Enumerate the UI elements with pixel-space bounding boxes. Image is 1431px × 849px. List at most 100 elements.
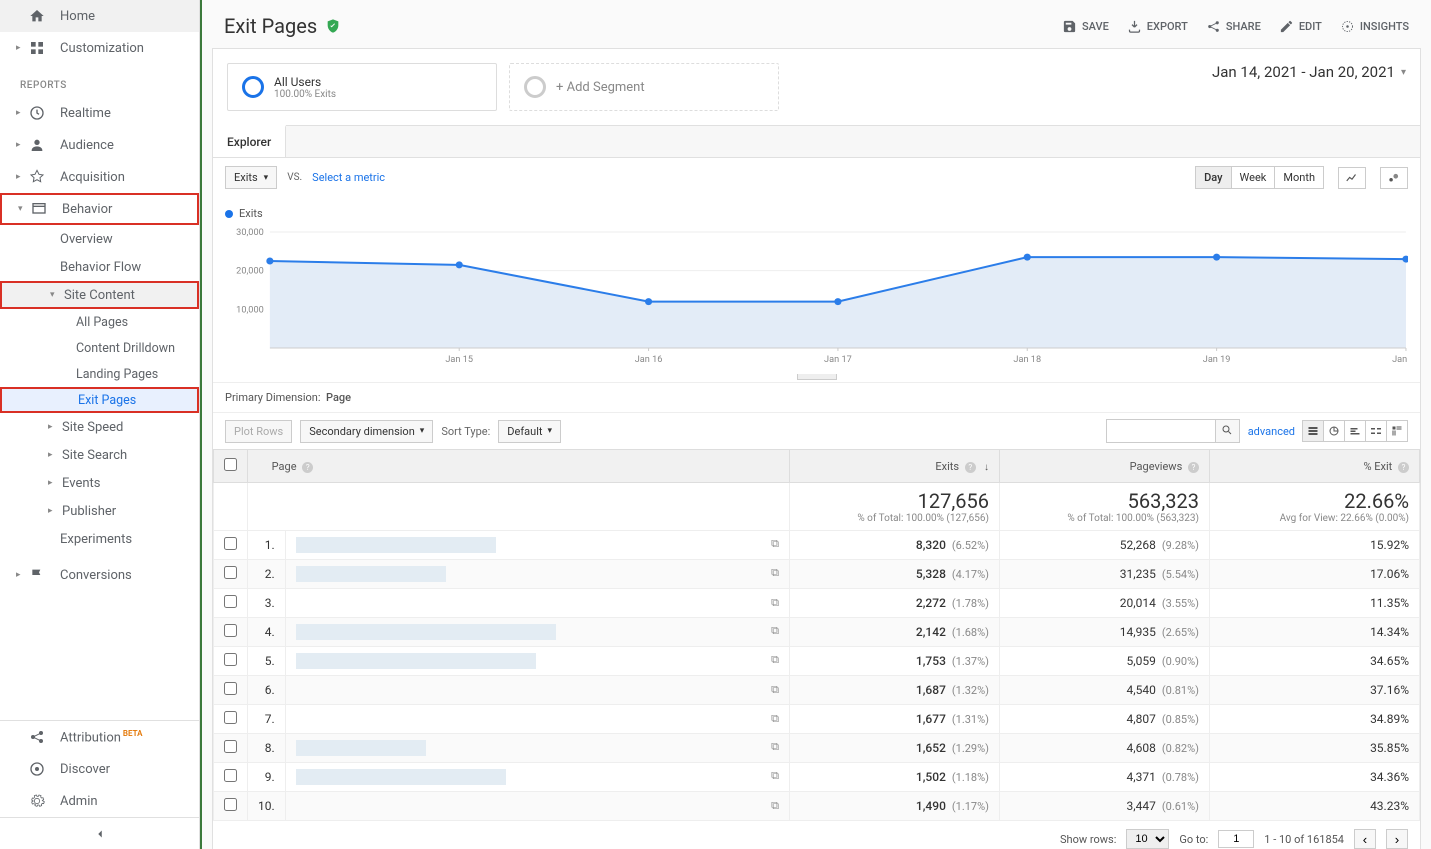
col-page[interactable]: Page ? — [248, 450, 790, 483]
date-range-picker[interactable]: Jan 14, 2021 - Jan 20, 2021 ▾ — [1212, 63, 1406, 81]
row-checkbox[interactable] — [224, 769, 237, 782]
row-page[interactable]: ⧉ — [285, 647, 789, 676]
tab-explorer[interactable]: Explorer — [213, 125, 286, 157]
sort-type-dropdown[interactable]: Default▾ — [498, 420, 561, 443]
nav-publisher[interactable]: ▸Publisher — [0, 497, 199, 525]
save-button[interactable]: SAVE — [1062, 19, 1109, 34]
open-link-icon[interactable]: ⧉ — [771, 566, 779, 580]
open-link-icon[interactable]: ⧉ — [771, 624, 779, 638]
nav-realtime[interactable]: ▸ Realtime — [0, 97, 199, 129]
nav-conversions[interactable]: ▸ Conversions — [0, 559, 199, 591]
nav-admin[interactable]: Admin — [0, 785, 199, 817]
table-row[interactable]: 5.⧉1,753(1.37%)5,059(0.90%)34.65% — [214, 647, 1420, 676]
nav-site-search[interactable]: ▸Site Search — [0, 441, 199, 469]
nav-behavior-flow[interactable]: Behavior Flow — [0, 253, 199, 281]
timegrain-week[interactable]: Week — [1231, 166, 1276, 189]
row-checkbox[interactable] — [224, 740, 237, 753]
collapse-sidebar-button[interactable] — [0, 817, 199, 849]
open-link-icon[interactable]: ⧉ — [771, 740, 779, 754]
nav-landing-pages[interactable]: Landing Pages — [0, 361, 199, 387]
chart-type-line-button[interactable] — [1338, 167, 1366, 189]
insights-button[interactable]: INSIGHTS — [1340, 19, 1409, 34]
row-checkbox[interactable] — [224, 798, 237, 811]
view-table-icon[interactable] — [1302, 420, 1324, 442]
table-row[interactable]: 8.⧉1,652(1.29%)4,608(0.82%)35.85% — [214, 734, 1420, 763]
row-page[interactable]: ⧉ — [285, 531, 789, 560]
nav-events[interactable]: ▸Events — [0, 469, 199, 497]
nav-behavior[interactable]: ▾ Behavior — [0, 193, 199, 225]
goto-input[interactable] — [1218, 830, 1254, 848]
row-page[interactable]: ⧉ — [285, 734, 789, 763]
row-page[interactable]: ⧉ — [285, 792, 789, 821]
table-row[interactable]: 7.⧉1,677(1.31%)4,807(0.85%)34.89% — [214, 705, 1420, 734]
open-link-icon[interactable]: ⧉ — [771, 596, 779, 610]
table-row[interactable]: 9.⧉1,502(1.18%)4,371(0.78%)34.36% — [214, 763, 1420, 792]
view-pie-icon[interactable] — [1323, 420, 1345, 442]
row-checkbox[interactable] — [224, 595, 237, 608]
table-row[interactable]: 1.⧉8,320(6.52%)52,268(9.28%)15.92% — [214, 531, 1420, 560]
row-checkbox[interactable] — [224, 624, 237, 637]
table-row[interactable]: 10.⧉1,490(1.17%)3,447(0.61%)43.23% — [214, 792, 1420, 821]
nav-home[interactable]: Home — [0, 0, 199, 32]
open-link-icon[interactable]: ⧉ — [771, 653, 779, 667]
primary-dimension-value[interactable]: Page — [326, 391, 351, 404]
prev-page-button[interactable]: ‹ — [1354, 829, 1376, 849]
open-link-icon[interactable]: ⧉ — [771, 537, 779, 551]
row-checkbox[interactable] — [224, 682, 237, 695]
view-comparison-icon[interactable] — [1365, 420, 1387, 442]
select-all-checkbox[interactable] — [224, 458, 237, 471]
table-row[interactable]: 6.⧉1,687(1.32%)4,540(0.81%)37.16% — [214, 676, 1420, 705]
table-row[interactable]: 2.⧉5,328(4.17%)31,235(5.54%)17.06% — [214, 560, 1420, 589]
advanced-link[interactable]: advanced — [1248, 425, 1295, 438]
row-page[interactable]: ⧉ — [285, 589, 789, 618]
nav-audience[interactable]: ▸ Audience — [0, 129, 199, 161]
timegrain-month[interactable]: Month — [1274, 166, 1324, 189]
table-row[interactable]: 3.⧉2,272(1.78%)20,014(3.55%)11.35% — [214, 589, 1420, 618]
help-icon[interactable]: ? — [965, 462, 976, 473]
nav-experiments[interactable]: Experiments — [0, 525, 199, 553]
rows-select[interactable]: 10 — [1126, 829, 1169, 849]
nav-content-drilldown[interactable]: Content Drilldown — [0, 335, 199, 361]
nav-site-content[interactable]: ▾Site Content — [0, 281, 199, 309]
open-link-icon[interactable]: ⧉ — [771, 712, 779, 726]
row-page[interactable]: ⧉ — [285, 676, 789, 705]
nav-customization[interactable]: ▸ Customization — [0, 32, 199, 64]
nav-acquisition[interactable]: ▸ Acquisition — [0, 161, 199, 193]
search-input[interactable] — [1106, 419, 1216, 443]
row-page[interactable]: ⧉ — [285, 560, 789, 589]
table-row[interactable]: 4.⧉2,142(1.68%)14,935(2.65%)14.34% — [214, 618, 1420, 647]
nav-overview[interactable]: Overview — [0, 225, 199, 253]
row-checkbox[interactable] — [224, 566, 237, 579]
chart-type-motion-button[interactable] — [1380, 167, 1408, 189]
edit-button[interactable]: EDIT — [1279, 19, 1322, 34]
row-checkbox[interactable] — [224, 711, 237, 724]
nav-all-pages[interactable]: All Pages — [0, 309, 199, 335]
col-exits[interactable]: Exits ? ↓ — [790, 450, 1000, 483]
share-button[interactable]: SHARE — [1206, 19, 1261, 34]
line-chart[interactable]: 10,00020,00030,000Jan 15Jan 16Jan 17Jan … — [225, 226, 1408, 366]
view-bar-icon[interactable] — [1344, 420, 1366, 442]
secondary-dimension-dropdown[interactable]: Secondary dimension▾ — [300, 420, 433, 443]
select-metric-link[interactable]: Select a metric — [312, 171, 385, 184]
view-pivot-icon[interactable] — [1386, 420, 1408, 442]
help-icon[interactable]: ? — [1398, 462, 1409, 473]
chart-resize-handle[interactable] — [797, 374, 837, 380]
nav-site-speed[interactable]: ▸Site Speed — [0, 413, 199, 441]
col-pageviews[interactable]: Pageviews ? — [1000, 450, 1210, 483]
nav-attribution[interactable]: AttributionBETA — [0, 721, 199, 753]
row-page[interactable]: ⧉ — [285, 705, 789, 734]
row-checkbox[interactable] — [224, 653, 237, 666]
add-segment-button[interactable]: + Add Segment — [509, 63, 779, 111]
segment-all-users[interactable]: All Users 100.00% Exits — [227, 63, 497, 111]
search-button[interactable] — [1216, 419, 1240, 443]
timegrain-day[interactable]: Day — [1195, 166, 1231, 189]
nav-discover[interactable]: Discover — [0, 753, 199, 785]
col-pct-exit[interactable]: % Exit ? — [1210, 450, 1420, 483]
help-icon[interactable]: ? — [1188, 462, 1199, 473]
open-link-icon[interactable]: ⧉ — [771, 683, 779, 697]
help-icon[interactable]: ? — [302, 462, 313, 473]
open-link-icon[interactable]: ⧉ — [771, 799, 779, 813]
metric-dropdown[interactable]: Exits▾ — [225, 166, 277, 189]
next-page-button[interactable]: › — [1386, 829, 1408, 849]
plot-rows-button[interactable]: Plot Rows — [225, 420, 292, 443]
